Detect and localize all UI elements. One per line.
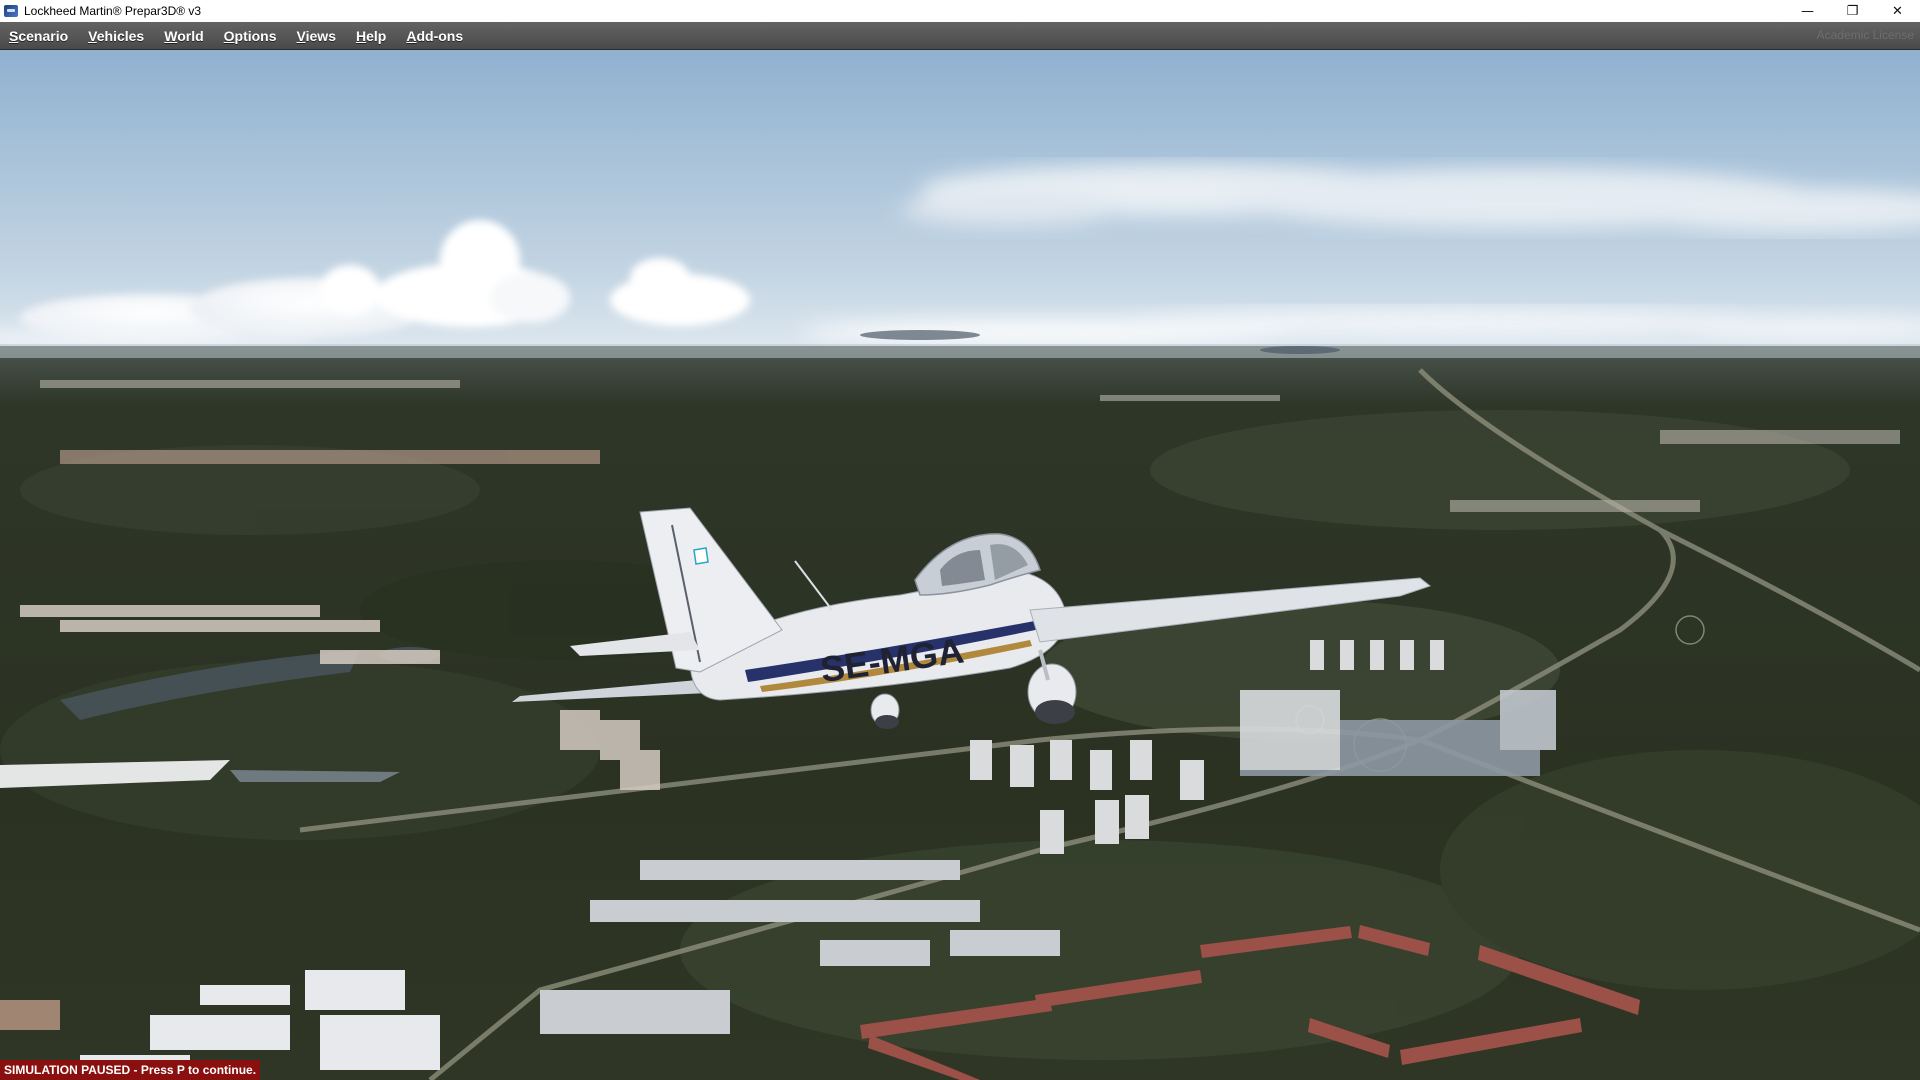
menu-vehicles[interactable]: Vehicles: [79, 28, 155, 44]
menu-options[interactable]: Options: [215, 28, 288, 44]
window-controls: — ❐ ✕: [1785, 0, 1920, 22]
simulation-paused-banner: SIMULATION PAUSED - Press P to continue.: [0, 1060, 261, 1080]
menu-views[interactable]: Views: [288, 28, 347, 44]
menu-add-ons[interactable]: Add-ons: [397, 28, 474, 44]
simulation-viewport[interactable]: SE-MGA SIMULATION PAUSED - Press P to co…: [0, 50, 1920, 1080]
app-window: Lockheed Martin® Prepar3D® v3 — ❐ ✕ Scen…: [0, 0, 1920, 1080]
close-button[interactable]: ✕: [1875, 0, 1920, 22]
window-title: Lockheed Martin® Prepar3D® v3: [24, 4, 202, 18]
menu-world[interactable]: World: [155, 28, 214, 44]
restore-button[interactable]: ❐: [1830, 0, 1875, 22]
prepar3d-app-icon: [4, 5, 18, 17]
menu-help[interactable]: Help: [347, 28, 397, 44]
menu-bar: Scenario Vehicles World Options Views He…: [0, 22, 1920, 50]
license-watermark: Academic License: [1816, 28, 1914, 42]
menu-scenario[interactable]: Scenario: [0, 28, 79, 44]
minimize-button[interactable]: —: [1785, 0, 1830, 22]
title-bar[interactable]: Lockheed Martin® Prepar3D® v3 — ❐ ✕: [0, 0, 1920, 22]
scene-render: SE-MGA: [0, 50, 1920, 1080]
